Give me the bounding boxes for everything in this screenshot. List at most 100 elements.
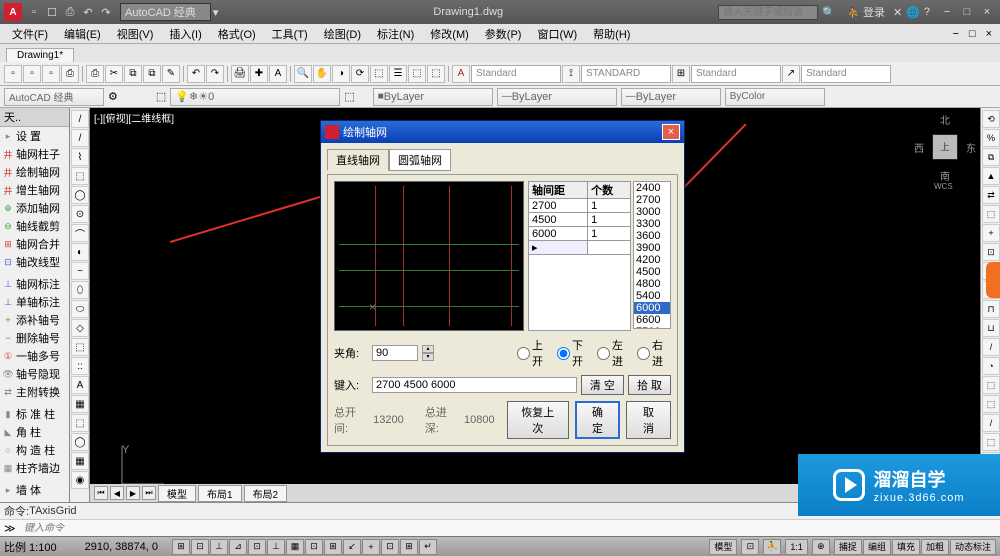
status-toggle[interactable]: ⊡ [305, 539, 323, 555]
view-cube[interactable]: 北 南 西 东 上 WCS [914, 112, 976, 186]
modify-tool-icon[interactable]: ⬚ [982, 376, 1000, 394]
side-tab[interactable] [986, 262, 1000, 298]
draw-tool-icon[interactable]: A [71, 376, 89, 394]
props-icon[interactable]: ☰ [389, 65, 407, 83]
preset-item[interactable]: 6600 [634, 314, 670, 326]
zoom-prev-icon[interactable]: ⬚ [370, 65, 388, 83]
modify-tool-icon[interactable]: ⬚ [982, 205, 1000, 223]
tablestyle-combo[interactable]: Standard [691, 65, 781, 83]
direction-radio[interactable]: 上开 [517, 337, 551, 369]
preset-item[interactable]: 3900 [634, 242, 670, 254]
preset-item[interactable]: 4200 [634, 254, 670, 266]
draw-tool-icon[interactable]: ◯ [71, 186, 89, 204]
status-toggle[interactable]: + [362, 539, 380, 555]
style-switch-icon[interactable]: A [452, 65, 470, 83]
textstyle-combo[interactable]: Standard [471, 65, 561, 83]
draw-tool-icon[interactable]: ⬭ [71, 300, 89, 318]
menu-modify[interactable]: 修改(M) [422, 26, 477, 42]
cell[interactable]: 4500 [529, 213, 588, 227]
menu-parametric[interactable]: 参数(P) [477, 26, 530, 42]
ok-button[interactable]: 确 定 [575, 401, 620, 439]
status-text-toggle[interactable]: 加粗 [921, 539, 949, 555]
angle-spinner[interactable]: ▴▾ [422, 345, 434, 361]
qat-icon[interactable]: ▫ [26, 4, 42, 20]
status-toggle[interactable]: ⊿ [229, 539, 247, 555]
tab-nav-last[interactable]: ⏭ [142, 486, 156, 500]
preset-item[interactable]: 3600 [634, 230, 670, 242]
draw-tool-icon[interactable]: / [71, 110, 89, 128]
panel-item[interactable]: 井增生轴网 [0, 181, 69, 199]
file-tab-active[interactable]: Drawing1* [6, 48, 74, 62]
modify-tool-icon[interactable]: / [982, 338, 1000, 356]
status-toggle[interactable]: ⊞ [324, 539, 342, 555]
modify-tool-icon[interactable]: ⇄ [982, 186, 1000, 204]
status-model[interactable]: 模型 [709, 539, 737, 555]
nav-north[interactable]: 北 [940, 112, 950, 127]
plot-icon[interactable]: 🖨 [231, 65, 249, 83]
cell[interactable]: 1 [588, 227, 631, 241]
dimstyle-combo[interactable]: STANDARD [581, 65, 671, 83]
mdi-close[interactable]: × [982, 28, 996, 40]
lineweight-combo[interactable]: — ByLayer [621, 88, 721, 106]
preset-item[interactable]: 5400 [634, 290, 670, 302]
draw-tool-icon[interactable]: ◯ [71, 433, 89, 451]
panel-item[interactable]: ○构 造 柱 [0, 441, 69, 459]
status-toggle[interactable]: ⊥ [267, 539, 285, 555]
modify-tool-icon[interactable]: % [982, 129, 1000, 147]
status-toggle[interactable]: ▦ [286, 539, 304, 555]
cloud-icon[interactable]: 🌐 [906, 6, 920, 19]
exchange-icon[interactable]: ✕ [893, 6, 902, 19]
search-input[interactable] [718, 5, 818, 20]
panel-item[interactable]: ⊕添加轴网 [0, 199, 69, 217]
panel-item[interactable]: ▦柱齐墙边 [0, 459, 69, 477]
modify-tool-icon[interactable]: ◔ [982, 357, 1000, 375]
status-toggle[interactable]: ⊞ [172, 539, 190, 555]
modify-tool-icon[interactable]: ⧉ [982, 148, 1000, 166]
menu-view[interactable]: 视图(V) [109, 26, 162, 42]
panel-item[interactable]: +添补轴号 [0, 311, 69, 329]
draw-tool-icon[interactable]: ⊙ [71, 205, 89, 223]
orbit-icon[interactable]: ◑ [332, 65, 350, 83]
restore-button[interactable]: 恢复上次 [507, 401, 569, 439]
preset-item[interactable]: 2700 [634, 194, 670, 206]
dialog-titlebar[interactable]: 绘制轴网 × [321, 121, 684, 143]
draw-tool-icon[interactable]: ⬚ [71, 338, 89, 356]
layer-combo[interactable]: 💡❄☀ 0 [170, 88, 340, 106]
tab-nav-prev[interactable]: ◀ [110, 486, 124, 500]
key-input[interactable] [372, 377, 577, 393]
tab-line-grid[interactable]: 直线轴网 [327, 149, 389, 171]
status-text-toggle[interactable]: 捕捉 [834, 539, 862, 555]
cell[interactable]: 6000 [529, 227, 588, 241]
draw-tool-icon[interactable]: ▦ [71, 452, 89, 470]
panel-item[interactable]: ⊖轴线截剪 [0, 217, 69, 235]
zoom-window-icon[interactable]: ⟳ [351, 65, 369, 83]
status-toggle[interactable]: ⊡ [381, 539, 399, 555]
status-toggle[interactable]: ↵ [419, 539, 437, 555]
preset-item[interactable]: 4500 [634, 266, 670, 278]
panel-item[interactable]: ⊥轴网标注 [0, 275, 69, 293]
status-scale[interactable]: 比例 1:100 [4, 539, 57, 555]
cell[interactable] [588, 241, 631, 255]
cut-icon[interactable]: ✂ [105, 65, 123, 83]
menu-dimension[interactable]: 标注(N) [369, 26, 422, 42]
preset-item[interactable]: 3300 [634, 218, 670, 230]
mdi-minimize[interactable]: − [948, 28, 962, 40]
new-icon[interactable]: ▫ [4, 65, 22, 83]
draw-tool-icon[interactable]: ⌇ [71, 148, 89, 166]
workspace-selector[interactable]: AutoCAD 经典 [120, 3, 211, 21]
plus-icon[interactable]: ✚ [250, 65, 268, 83]
tab-layout1[interactable]: 布局1 [198, 485, 242, 502]
text-icon[interactable]: A [269, 65, 287, 83]
status-annot-scale[interactable]: 1:1 [785, 539, 808, 555]
status-toggle[interactable]: ⊞ [400, 539, 418, 555]
open-icon[interactable]: ▫ [23, 65, 41, 83]
modify-tool-icon[interactable]: ▲ [982, 167, 1000, 185]
workspace-combo[interactable]: AutoCAD 经典 [4, 88, 104, 106]
dialog-close-button[interactable]: × [662, 124, 680, 140]
status-text-toggle[interactable]: 填充 [892, 539, 920, 555]
draw-tool-icon[interactable]: ~ [71, 262, 89, 280]
save-icon[interactable]: ▫ [42, 65, 60, 83]
login-link[interactable]: ⛹ 登录 [848, 4, 885, 20]
draw-tool-icon[interactable]: / [71, 129, 89, 147]
menu-edit[interactable]: 编辑(E) [56, 26, 109, 42]
